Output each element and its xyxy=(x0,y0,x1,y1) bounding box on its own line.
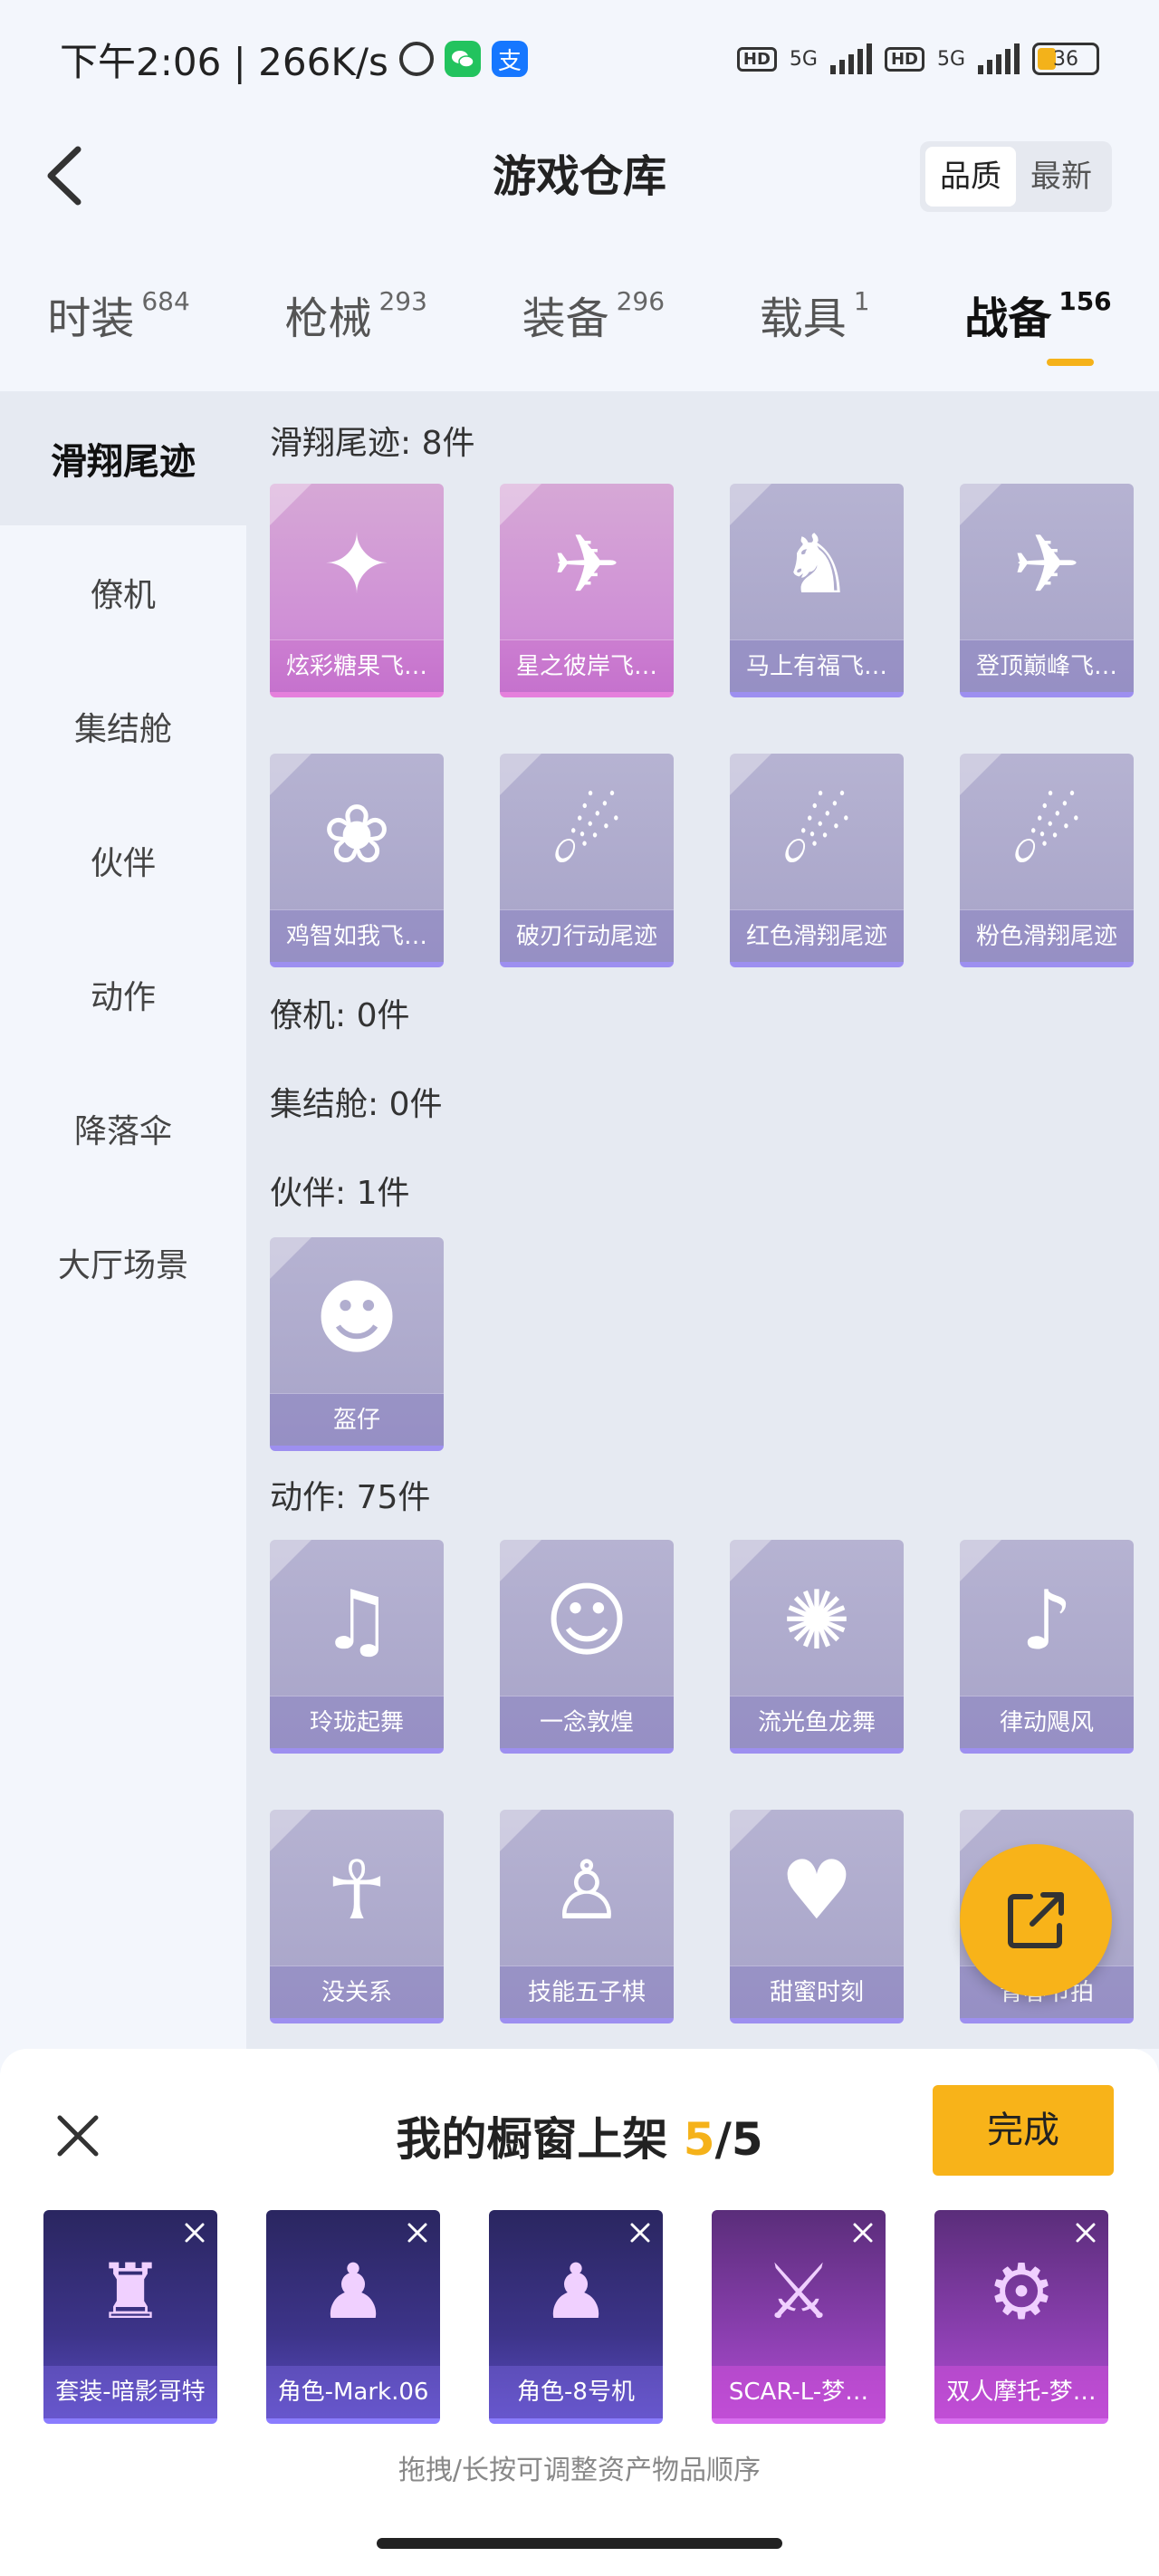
item-grid[interactable]: 滑翔尾迹: 8件 ✦ 炫彩糖果飞… ✈ 星之彼岸飞… ♞ 马上有福飞… ✈ 登顶巅峰飞…… xyxy=(246,391,1159,2049)
tab-equipment[interactable]: 装备 296 xyxy=(522,263,665,366)
item-card[interactable]: ✈ 登顶巅峰飞… xyxy=(960,484,1134,697)
sidebar-item-partner[interactable]: 伙伴 xyxy=(0,793,246,928)
shelf-item[interactable]: ⚙ 双人摩托-梦… xyxy=(934,2210,1108,2424)
remove-icon[interactable] xyxy=(627,2219,654,2246)
item-card[interactable]: ☺ 一念敦煌 xyxy=(500,1540,674,1754)
character-icon: ♟ xyxy=(541,2247,610,2336)
item-card[interactable]: ❀ 鸡智如我飞… xyxy=(270,754,444,967)
remove-icon[interactable] xyxy=(181,2219,208,2246)
item-card[interactable]: ✺ 流光鱼龙舞 xyxy=(730,1540,904,1754)
alarm-icon xyxy=(398,42,434,76)
shelf-count: 5 xyxy=(683,2113,715,2166)
item-card[interactable]: ♪ 律动飓风 xyxy=(960,1540,1134,1754)
emote-icon: ♙ xyxy=(550,1842,624,1938)
motorcycle-icon: ⚙ xyxy=(987,2247,1056,2336)
emote-icon: ☥ xyxy=(326,1842,388,1938)
item-card[interactable]: ☄ 粉色滑翔尾迹 xyxy=(960,754,1134,967)
sidebar-item-wingman[interactable]: 僚机 xyxy=(0,525,246,659)
battery-level: 36 xyxy=(1053,47,1078,71)
glide-trail-icon: ✦ xyxy=(322,516,391,612)
section-title-wingman: 僚机: 0件 xyxy=(270,997,410,1034)
reorder-hint: 拖拽/长按可调整资产物品顺序 xyxy=(398,2455,761,2486)
item-card[interactable]: ☄ 破刃行动尾迹 xyxy=(500,754,674,967)
network-type: 5G xyxy=(789,47,818,71)
tab-vehicles[interactable]: 载具 1 xyxy=(760,263,870,366)
header: 游戏仓库 品质 最新 xyxy=(0,118,1159,235)
sort-latest-button[interactable]: 最新 xyxy=(1016,147,1106,207)
section-title-pod: 集结舱: 0件 xyxy=(270,1086,443,1123)
glide-trail-icon: ♞ xyxy=(780,516,854,612)
sidebar-item-emote[interactable]: 动作 xyxy=(0,928,246,1062)
remove-icon[interactable] xyxy=(849,2219,876,2246)
item-card[interactable]: ♫ 玲珑起舞 xyxy=(270,1540,444,1754)
status-bar: 下午2:06 | 266K/s 支 HD 5G HD 5G 36 xyxy=(0,0,1159,118)
partner-icon: ☻ xyxy=(314,1270,399,1366)
remove-icon[interactable] xyxy=(1072,2219,1099,2246)
tab-weapons[interactable]: 枪械 293 xyxy=(284,263,426,366)
shelf-item[interactable]: ♜ 套装-暗影哥特 xyxy=(43,2210,217,2424)
rifle-icon: ⚔ xyxy=(764,2247,833,2336)
item-card[interactable]: ☻ 盔仔 xyxy=(270,1237,444,1451)
network-type: 5G xyxy=(936,47,965,71)
hd-badge: HD xyxy=(884,46,924,72)
tab-fashion[interactable]: 时装 684 xyxy=(47,263,189,366)
category-tabs: 时装 684 枪械 293 装备 296 载具 1 战备 156 xyxy=(0,263,1159,380)
item-card[interactable]: ♞ 马上有福飞… xyxy=(730,484,904,697)
item-card[interactable]: ☥ 没关系 xyxy=(270,1810,444,2023)
sidebar-item-lobby-scene[interactable]: 大厅场景 xyxy=(0,1196,246,1330)
item-card[interactable]: ✦ 炫彩糖果飞… xyxy=(270,484,444,697)
section-title-partner: 伙伴: 1件 xyxy=(270,1175,410,1212)
glide-trail-icon: ☄ xyxy=(780,786,854,882)
emote-icon: ✺ xyxy=(782,1572,851,1668)
outfit-icon: ♜ xyxy=(96,2247,165,2336)
section-title-emote: 动作: 75件 xyxy=(270,1479,431,1516)
sidebar: 滑翔尾迹 僚机 集结舱 伙伴 动作 降落伞 大厅场景 xyxy=(0,391,246,2049)
tab-combat-gear[interactable]: 战备 156 xyxy=(964,263,1112,366)
wechat-icon xyxy=(444,41,481,77)
section-title-glide: 滑翔尾迹: 8件 xyxy=(270,425,475,462)
item-card[interactable]: ✈ 星之彼岸飞… xyxy=(500,484,674,697)
battery-icon: 36 xyxy=(1032,43,1099,75)
character-icon: ♟ xyxy=(319,2247,388,2336)
active-tab-indicator xyxy=(1047,359,1095,366)
emote-icon: ♥ xyxy=(780,1842,854,1938)
alipay-icon: 支 xyxy=(491,41,528,77)
sidebar-item-glide-trail[interactable]: 滑翔尾迹 xyxy=(0,391,246,525)
share-button[interactable] xyxy=(960,1844,1112,1996)
item-card[interactable]: ♥ 甜蜜时刻 xyxy=(730,1810,904,2023)
glide-trail-icon: ☄ xyxy=(1010,786,1084,882)
share-icon xyxy=(1008,1892,1064,1948)
remove-icon[interactable] xyxy=(404,2219,431,2246)
emote-icon: ♫ xyxy=(320,1572,394,1668)
sort-quality-button[interactable]: 品质 xyxy=(925,147,1016,207)
shelf-item[interactable]: ♟ 角色-Mark.06 xyxy=(266,2210,440,2424)
item-card[interactable]: ♙ 技能五子棋 xyxy=(500,1810,674,2023)
signal-icon xyxy=(978,43,1020,74)
sort-toggle: 品质 最新 xyxy=(920,141,1112,212)
home-indicator[interactable] xyxy=(377,2538,782,2549)
done-button[interactable]: 完成 xyxy=(933,2085,1114,2176)
shelf-item[interactable]: ⚔ SCAR-L-梦… xyxy=(712,2210,886,2424)
sidebar-item-rally-pod[interactable]: 集结舱 xyxy=(0,659,246,793)
glide-trail-icon: ✈ xyxy=(552,516,621,612)
shelf-item[interactable]: ♟ 角色-8号机 xyxy=(489,2210,663,2424)
sidebar-item-parachute[interactable]: 降落伞 xyxy=(0,1062,246,1196)
showcase-panel: 我的橱窗上架 5/5 完成 ♜ 套装-暗影哥特 ♟ 角色-Mark.06 ♟ 角… xyxy=(0,2049,1159,2576)
status-time: 下午2:06 | 266K/s xyxy=(60,39,388,84)
item-card[interactable]: ☄ 红色滑翔尾迹 xyxy=(730,754,904,967)
emote-icon: ☺ xyxy=(544,1572,629,1668)
hd-badge: HD xyxy=(736,46,777,72)
glide-trail-icon: ☄ xyxy=(550,786,624,882)
signal-icon xyxy=(829,43,872,74)
glide-trail-icon: ✈ xyxy=(1012,516,1081,612)
glide-trail-icon: ❀ xyxy=(322,786,391,882)
emote-icon: ♪ xyxy=(1020,1572,1073,1668)
